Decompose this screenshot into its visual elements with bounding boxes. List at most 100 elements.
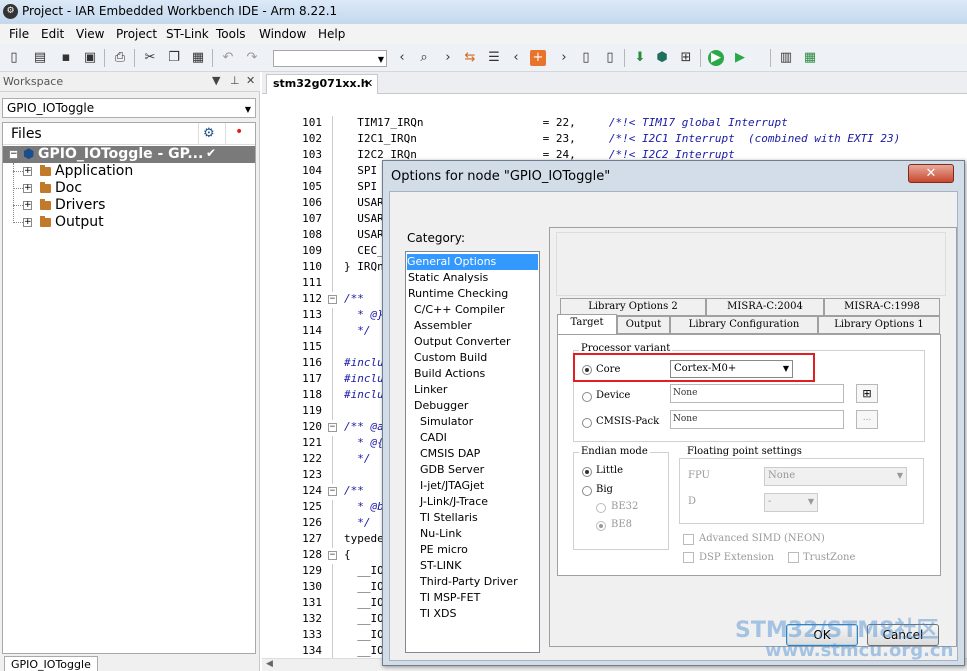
- category-item[interactable]: Linker: [414, 382, 447, 398]
- redo-icon[interactable]: ↷: [244, 50, 260, 66]
- menu-help[interactable]: Help: [318, 27, 345, 41]
- undo-icon[interactable]: ↶: [220, 50, 236, 66]
- category-item[interactable]: GDB Server: [420, 462, 484, 478]
- category-item[interactable]: I-jet/JTAGjet: [420, 478, 484, 494]
- category-item[interactable]: J-Link/J-Trace: [420, 494, 488, 510]
- category-item[interactable]: Third-Party Driver: [420, 574, 518, 590]
- tab-target[interactable]: Target: [557, 314, 617, 334]
- fpu-select[interactable]: None ▼: [764, 467, 907, 486]
- tree-item-project[interactable]: − ⬢ GPIO_IOToggle - GP... ✔: [3, 146, 255, 163]
- open-icon[interactable]: ▤: [32, 50, 48, 66]
- make-icon[interactable]: ▯: [602, 50, 618, 66]
- category-item[interactable]: CADI: [420, 430, 447, 446]
- tree-item-drivers[interactable]: + Drivers: [3, 197, 255, 214]
- cmsis-pack-field[interactable]: None: [670, 410, 844, 429]
- category-item[interactable]: PE micro: [420, 542, 468, 558]
- breakpoint-icon[interactable]: ⊞: [678, 50, 694, 66]
- menu-st-link[interactable]: ST-Link: [166, 27, 209, 41]
- nav-forward-icon[interactable]: ›: [556, 50, 572, 66]
- category-item[interactable]: TI Stellaris: [420, 510, 478, 526]
- dsp-extension-checkbox[interactable]: [683, 552, 694, 563]
- paste-icon[interactable]: ▦: [190, 50, 206, 66]
- category-item[interactable]: Nu-Link: [420, 526, 462, 542]
- collapse-icon[interactable]: −: [9, 150, 18, 159]
- close-icon[interactable]: ✕: [364, 77, 373, 90]
- category-list[interactable]: General Options Static Analysis Runtime Ch…: [405, 251, 540, 653]
- debug-icon[interactable]: ⬢: [654, 50, 670, 66]
- go-icon[interactable]: ▶: [708, 50, 724, 66]
- configuration-select[interactable]: GPIO_IOToggle ▼: [2, 98, 256, 118]
- category-item[interactable]: Build Actions: [414, 366, 485, 382]
- tab-misra-2004[interactable]: MISRA-C:2004: [706, 298, 824, 316]
- tree-item-output[interactable]: + Output: [3, 214, 255, 231]
- fold-icon[interactable]: −: [328, 295, 337, 304]
- category-item[interactable]: C/C++ Compiler: [414, 302, 505, 318]
- category-item[interactable]: Static Analysis: [408, 270, 488, 286]
- fold-icon[interactable]: −: [328, 487, 337, 496]
- trustzone-checkbox[interactable]: [788, 552, 799, 563]
- category-item[interactable]: Custom Build: [414, 350, 487, 366]
- expand-icon[interactable]: +: [23, 167, 32, 176]
- tree-item-application[interactable]: + Application: [3, 163, 255, 180]
- scroll-left-icon[interactable]: ◀: [266, 659, 273, 669]
- be8-radio[interactable]: [596, 521, 606, 531]
- d-select[interactable]: - ▼: [764, 493, 818, 512]
- forward-icon[interactable]: ›: [440, 50, 456, 66]
- cut-icon[interactable]: ✂: [142, 50, 158, 66]
- menu-tools[interactable]: Tools: [216, 27, 246, 41]
- print-icon[interactable]: ⎙: [112, 50, 128, 66]
- tab-library-configuration[interactable]: Library Configuration: [670, 316, 818, 334]
- little-radio[interactable]: [582, 467, 592, 477]
- tree-item-doc[interactable]: + Doc: [3, 180, 255, 197]
- expand-icon[interactable]: +: [23, 218, 32, 227]
- category-item[interactable]: CMSIS DAP: [420, 446, 480, 462]
- nav-back-icon[interactable]: ‹: [508, 50, 524, 66]
- tab-library-options-1[interactable]: Library Options 1: [818, 316, 940, 334]
- cmsis-browse-button[interactable]: ...: [856, 410, 878, 429]
- go-to-icon[interactable]: ⇆: [462, 50, 478, 66]
- device-radio[interactable]: [582, 392, 592, 402]
- device-field[interactable]: None: [670, 384, 844, 403]
- category-item[interactable]: ST-LINK: [420, 558, 461, 574]
- back-icon[interactable]: ‹: [394, 50, 410, 66]
- save-all-icon[interactable]: ▣: [82, 50, 98, 66]
- download-debug-icon[interactable]: ▦: [802, 50, 818, 66]
- category-item[interactable]: TI XDS: [420, 606, 456, 622]
- fold-icon[interactable]: −: [328, 551, 337, 560]
- layout-icon[interactable]: ▥: [778, 50, 794, 66]
- device-browse-icon[interactable]: ⊞: [856, 384, 878, 403]
- menu-edit[interactable]: Edit: [41, 27, 64, 41]
- compile-icon[interactable]: ▯: [578, 50, 594, 66]
- menu-window[interactable]: Window: [259, 27, 306, 41]
- advanced-simd-checkbox[interactable]: [683, 534, 694, 545]
- menu-view[interactable]: View: [76, 27, 104, 41]
- new-file-icon[interactable]: ▯: [6, 50, 22, 66]
- category-item[interactable]: Runtime Checking: [408, 286, 508, 302]
- expand-icon[interactable]: +: [23, 184, 32, 193]
- fold-icon[interactable]: −: [328, 423, 337, 432]
- copy-icon[interactable]: ❐: [166, 50, 182, 66]
- category-item[interactable]: TI MSP-FET: [420, 590, 480, 606]
- download-icon[interactable]: ⬇: [632, 50, 648, 66]
- be32-radio[interactable]: [596, 503, 606, 513]
- save-icon[interactable]: ▪: [58, 50, 74, 66]
- dropdown-icon[interactable]: ▼: [212, 74, 220, 87]
- expand-icon[interactable]: +: [23, 201, 32, 210]
- tab-misra-1998[interactable]: MISRA-C:1998: [824, 298, 940, 316]
- list-icon[interactable]: ☰: [486, 50, 502, 66]
- run-icon[interactable]: ▶: [732, 50, 748, 66]
- menu-project[interactable]: Project: [116, 27, 157, 41]
- pin-icon[interactable]: ⊥: [230, 74, 240, 87]
- close-icon[interactable]: ✕: [246, 74, 255, 87]
- dialog-close-button[interactable]: ✕: [908, 164, 954, 183]
- big-radio[interactable]: [582, 486, 592, 496]
- category-item[interactable]: Debugger: [414, 398, 468, 414]
- tab-stm32g071xx[interactable]: stm32g071xx.h ✕: [266, 74, 378, 94]
- tab-output[interactable]: Output: [617, 316, 670, 334]
- gear-icon[interactable]: ⚙: [203, 126, 215, 141]
- category-item[interactable]: General Options: [407, 254, 538, 270]
- find-combo[interactable]: ▼: [273, 50, 387, 67]
- menu-file[interactable]: File: [9, 27, 29, 41]
- cmsis-pack-radio[interactable]: [582, 418, 592, 428]
- category-item[interactable]: Output Converter: [414, 334, 511, 350]
